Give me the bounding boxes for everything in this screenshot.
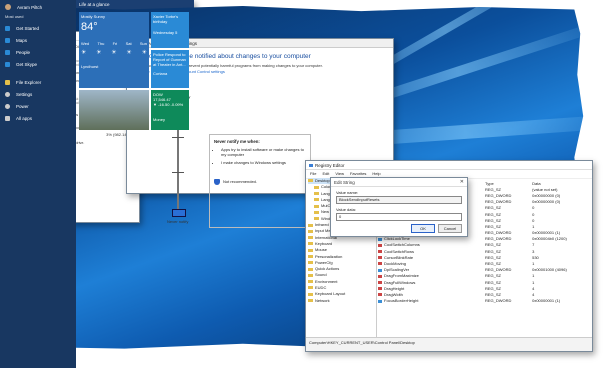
- news-headline: Police Respond to Report of Gunman at Th…: [153, 52, 186, 67]
- forecast-day: Wed: [81, 41, 90, 46]
- forecast-row: Wed Thu Fri Sat Sun: [81, 41, 147, 46]
- calendar-event: Xavier Torbe's birthday: [153, 14, 179, 24]
- start-menu-left-pane: Avram Piltch Most used Get Started Maps …: [0, 0, 76, 368]
- live-tiles: Life at a glance Mostly Sunny 84° Wed Th…: [79, 2, 606, 366]
- forecast-day: Thu: [97, 41, 105, 46]
- user-name: Avram Piltch: [17, 4, 43, 10]
- temperature: 84°: [81, 21, 98, 33]
- sun-icon: ☀: [111, 50, 117, 56]
- all-apps-button[interactable]: All apps: [0, 112, 76, 124]
- sun-icon: ☀: [81, 50, 87, 56]
- app-get-started[interactable]: Get Started: [0, 22, 76, 34]
- start-menu: Avram Piltch Most used Get Started Maps …: [0, 0, 194, 368]
- news-tile[interactable]: Police Respond to Report of Gunman at Th…: [151, 50, 189, 88]
- list-icon: [5, 115, 10, 121]
- settings-button[interactable]: Settings: [0, 88, 76, 100]
- cortana-label: Cortana: [153, 71, 168, 76]
- lightbulb-icon: [5, 25, 10, 31]
- user-account[interactable]: Avram Piltch: [0, 0, 76, 14]
- photos-tile[interactable]: [79, 90, 149, 130]
- weather-location: Lyndhurst: [81, 64, 99, 69]
- forecast-day: Sun: [139, 41, 147, 46]
- gear-icon: [5, 91, 10, 97]
- sun-icon: ☀: [96, 50, 102, 56]
- skype-icon: [5, 61, 10, 67]
- people-icon: [5, 49, 10, 55]
- app-get-skype[interactable]: Get Skype: [0, 58, 76, 70]
- forecast-day: Fri: [112, 41, 118, 46]
- folder-icon: [5, 79, 10, 85]
- money-label: Money: [153, 117, 166, 122]
- collage-canvas: Recycle Bin System Properties System Pro…: [0, 0, 610, 368]
- forecast-day: Sat: [125, 41, 132, 46]
- forecast-icons: ☀ ☀ ☀ ☀ ☀: [81, 49, 147, 56]
- sun-icon: ☀: [141, 50, 147, 56]
- sun-icon: ☀: [126, 50, 132, 56]
- money-tile[interactable]: DOW 17,546.47 ▼ -16.50 -0.09% Money: [151, 90, 189, 130]
- calendar-date: Wednesday 5: [153, 30, 178, 35]
- weather-condition: Mostly Sunny: [81, 14, 106, 19]
- tile-group-title: Life at a glance: [79, 2, 110, 7]
- avatar: [5, 4, 11, 10]
- file-explorer-button[interactable]: File Explorer: [0, 76, 76, 88]
- app-people[interactable]: People: [0, 46, 76, 58]
- weather-tile[interactable]: Mostly Sunny 84° Wed Thu Fri Sat Sun ☀ ☀ ☀…: [79, 12, 149, 88]
- power-button[interactable]: Power: [0, 100, 76, 112]
- maps-icon: [5, 37, 10, 43]
- app-maps[interactable]: Maps: [0, 34, 76, 46]
- money-change: ▼ -16.50 -0.09%: [153, 102, 184, 107]
- calendar-tile[interactable]: Xavier Torbe's birthday Wednesday 5: [151, 12, 189, 48]
- power-icon: [5, 103, 10, 109]
- most-used-label: Most used: [5, 14, 24, 19]
